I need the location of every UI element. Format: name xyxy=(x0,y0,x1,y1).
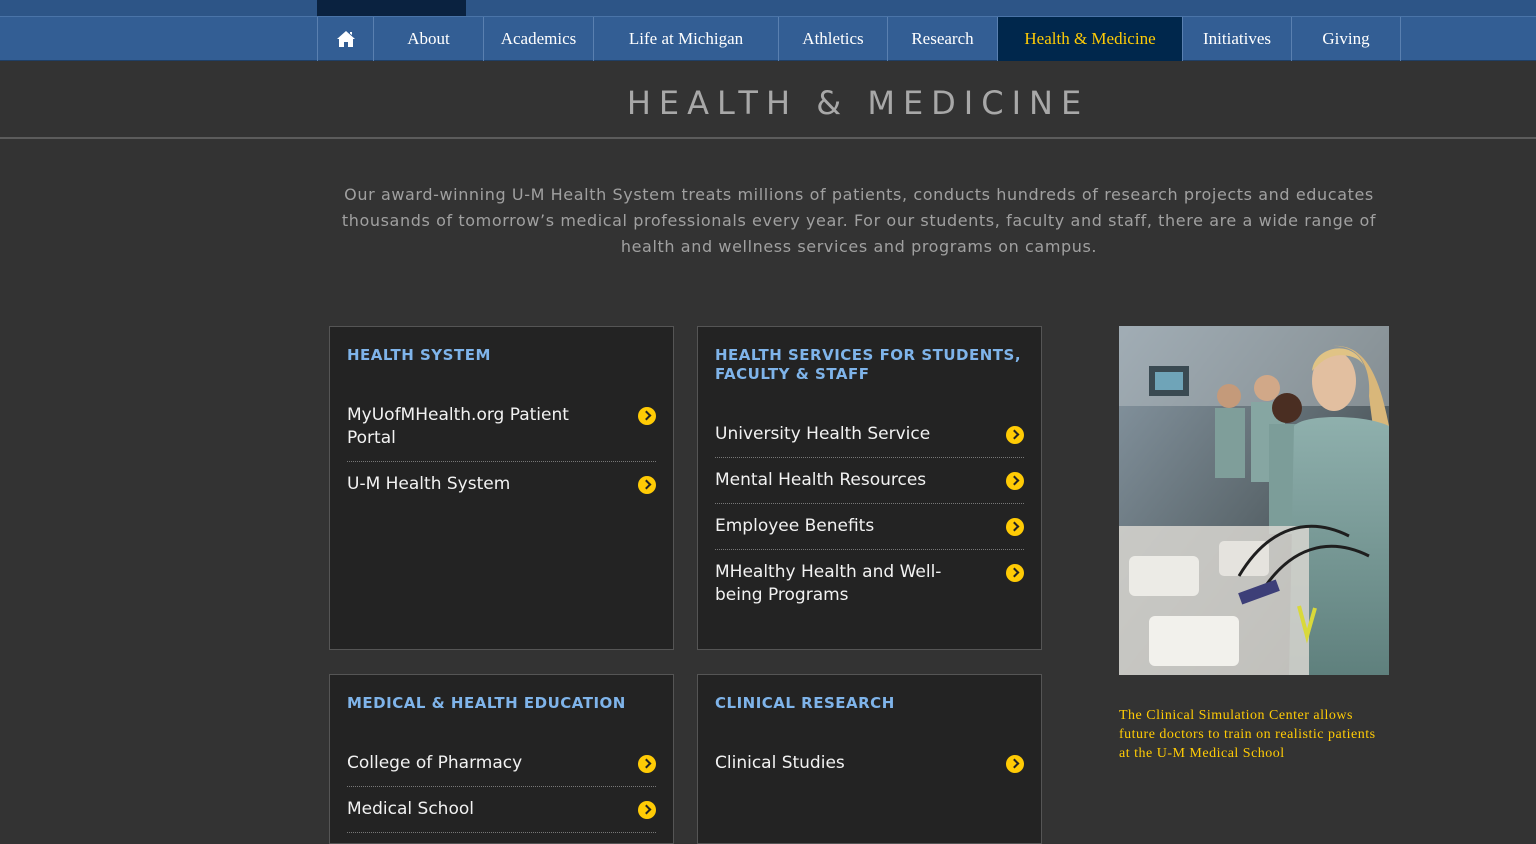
top-strip xyxy=(0,0,1536,16)
arrow-circle-icon xyxy=(1006,755,1024,773)
link-label: Medical School xyxy=(347,799,474,819)
card-heading: HEALTH SERVICES FOR STUDENTS, FACULTY & … xyxy=(715,346,1022,383)
link-mhealthy-programs[interactable]: MHealthy Health and Well-being Programs xyxy=(715,550,1024,618)
link-label: MyUofMHealth.org Patient Portal xyxy=(347,405,569,448)
link-patient-portal[interactable]: MyUofMHealth.org Patient Portal xyxy=(347,393,656,462)
card-heading: CLINICAL RESEARCH xyxy=(715,694,895,712)
link-label: Mental Health Resources xyxy=(715,470,927,490)
arrow-circle-icon xyxy=(1006,472,1024,490)
link-list: College of Pharmacy Medical School xyxy=(347,741,656,833)
card-medical-education: MEDICAL & HEALTH EDUCATION College of Ph… xyxy=(329,674,674,844)
link-label: College of Pharmacy xyxy=(347,753,523,773)
nav-about[interactable]: About xyxy=(373,17,483,61)
link-college-of-pharmacy[interactable]: College of Pharmacy xyxy=(347,741,656,787)
home-icon xyxy=(336,31,355,47)
link-label: University Health Service xyxy=(715,424,931,444)
nav-giving[interactable]: Giving xyxy=(1291,17,1401,61)
link-employee-benefits[interactable]: Employee Benefits xyxy=(715,504,1024,550)
arrow-circle-icon xyxy=(638,755,656,773)
link-um-health-system[interactable]: U-M Health System xyxy=(347,462,656,507)
site-tab[interactable] xyxy=(317,0,466,16)
link-label: Clinical Studies xyxy=(715,753,845,773)
nav-academics[interactable]: Academics xyxy=(483,17,593,61)
arrow-circle-icon xyxy=(638,407,656,425)
title-divider xyxy=(0,137,1536,139)
nav-research[interactable]: Research xyxy=(887,17,997,61)
card-heading: HEALTH SYSTEM xyxy=(347,346,491,364)
link-university-health-service[interactable]: University Health Service xyxy=(715,412,1024,458)
card-clinical-research: CLINICAL RESEARCH Clinical Studies xyxy=(697,674,1042,844)
arrow-circle-icon xyxy=(638,476,656,494)
arrow-circle-icon xyxy=(1006,518,1024,536)
link-label: U-M Health System xyxy=(347,474,511,494)
arrow-circle-icon xyxy=(1006,426,1024,444)
photo-caption: The Clinical Simulation Center allows fu… xyxy=(1119,708,1376,761)
card-heading: MEDICAL & HEALTH EDUCATION xyxy=(347,694,626,712)
nav-health-medicine[interactable]: Health & Medicine xyxy=(997,17,1182,61)
link-list: Clinical Studies xyxy=(715,741,1024,786)
link-clinical-studies[interactable]: Clinical Studies xyxy=(715,741,1024,786)
link-label: Employee Benefits xyxy=(715,516,875,536)
nav-life-at-michigan[interactable]: Life at Michigan xyxy=(593,17,778,61)
nav-initiatives[interactable]: Initiatives xyxy=(1182,17,1291,61)
arrow-circle-icon xyxy=(638,801,656,819)
arrow-circle-icon xyxy=(1006,564,1024,582)
link-mental-health-resources[interactable]: Mental Health Resources xyxy=(715,458,1024,504)
main-nav: About Academics Life at Michigan Athleti… xyxy=(0,16,1536,61)
link-medical-school[interactable]: Medical School xyxy=(347,787,656,833)
card-health-services: HEALTH SERVICES FOR STUDENTS, FACULTY & … xyxy=(697,326,1042,650)
page-title: HEALTH & MEDICINE xyxy=(626,84,1090,122)
link-list: MyUofMHealth.org Patient Portal U-M Heal… xyxy=(347,393,656,507)
intro-text: Our award-winning U-M Health System trea… xyxy=(341,185,1377,256)
link-list: University Health Service Mental Health … xyxy=(715,412,1024,618)
nav-athletics[interactable]: Athletics xyxy=(778,17,887,61)
simulation-center-photo xyxy=(1119,326,1389,675)
card-health-system: HEALTH SYSTEM MyUofMHealth.org Patient P… xyxy=(329,326,674,650)
photo-illustration xyxy=(1119,326,1389,675)
nav-home[interactable] xyxy=(317,17,373,61)
link-label: MHealthy Health and Well-being Programs xyxy=(715,562,942,605)
